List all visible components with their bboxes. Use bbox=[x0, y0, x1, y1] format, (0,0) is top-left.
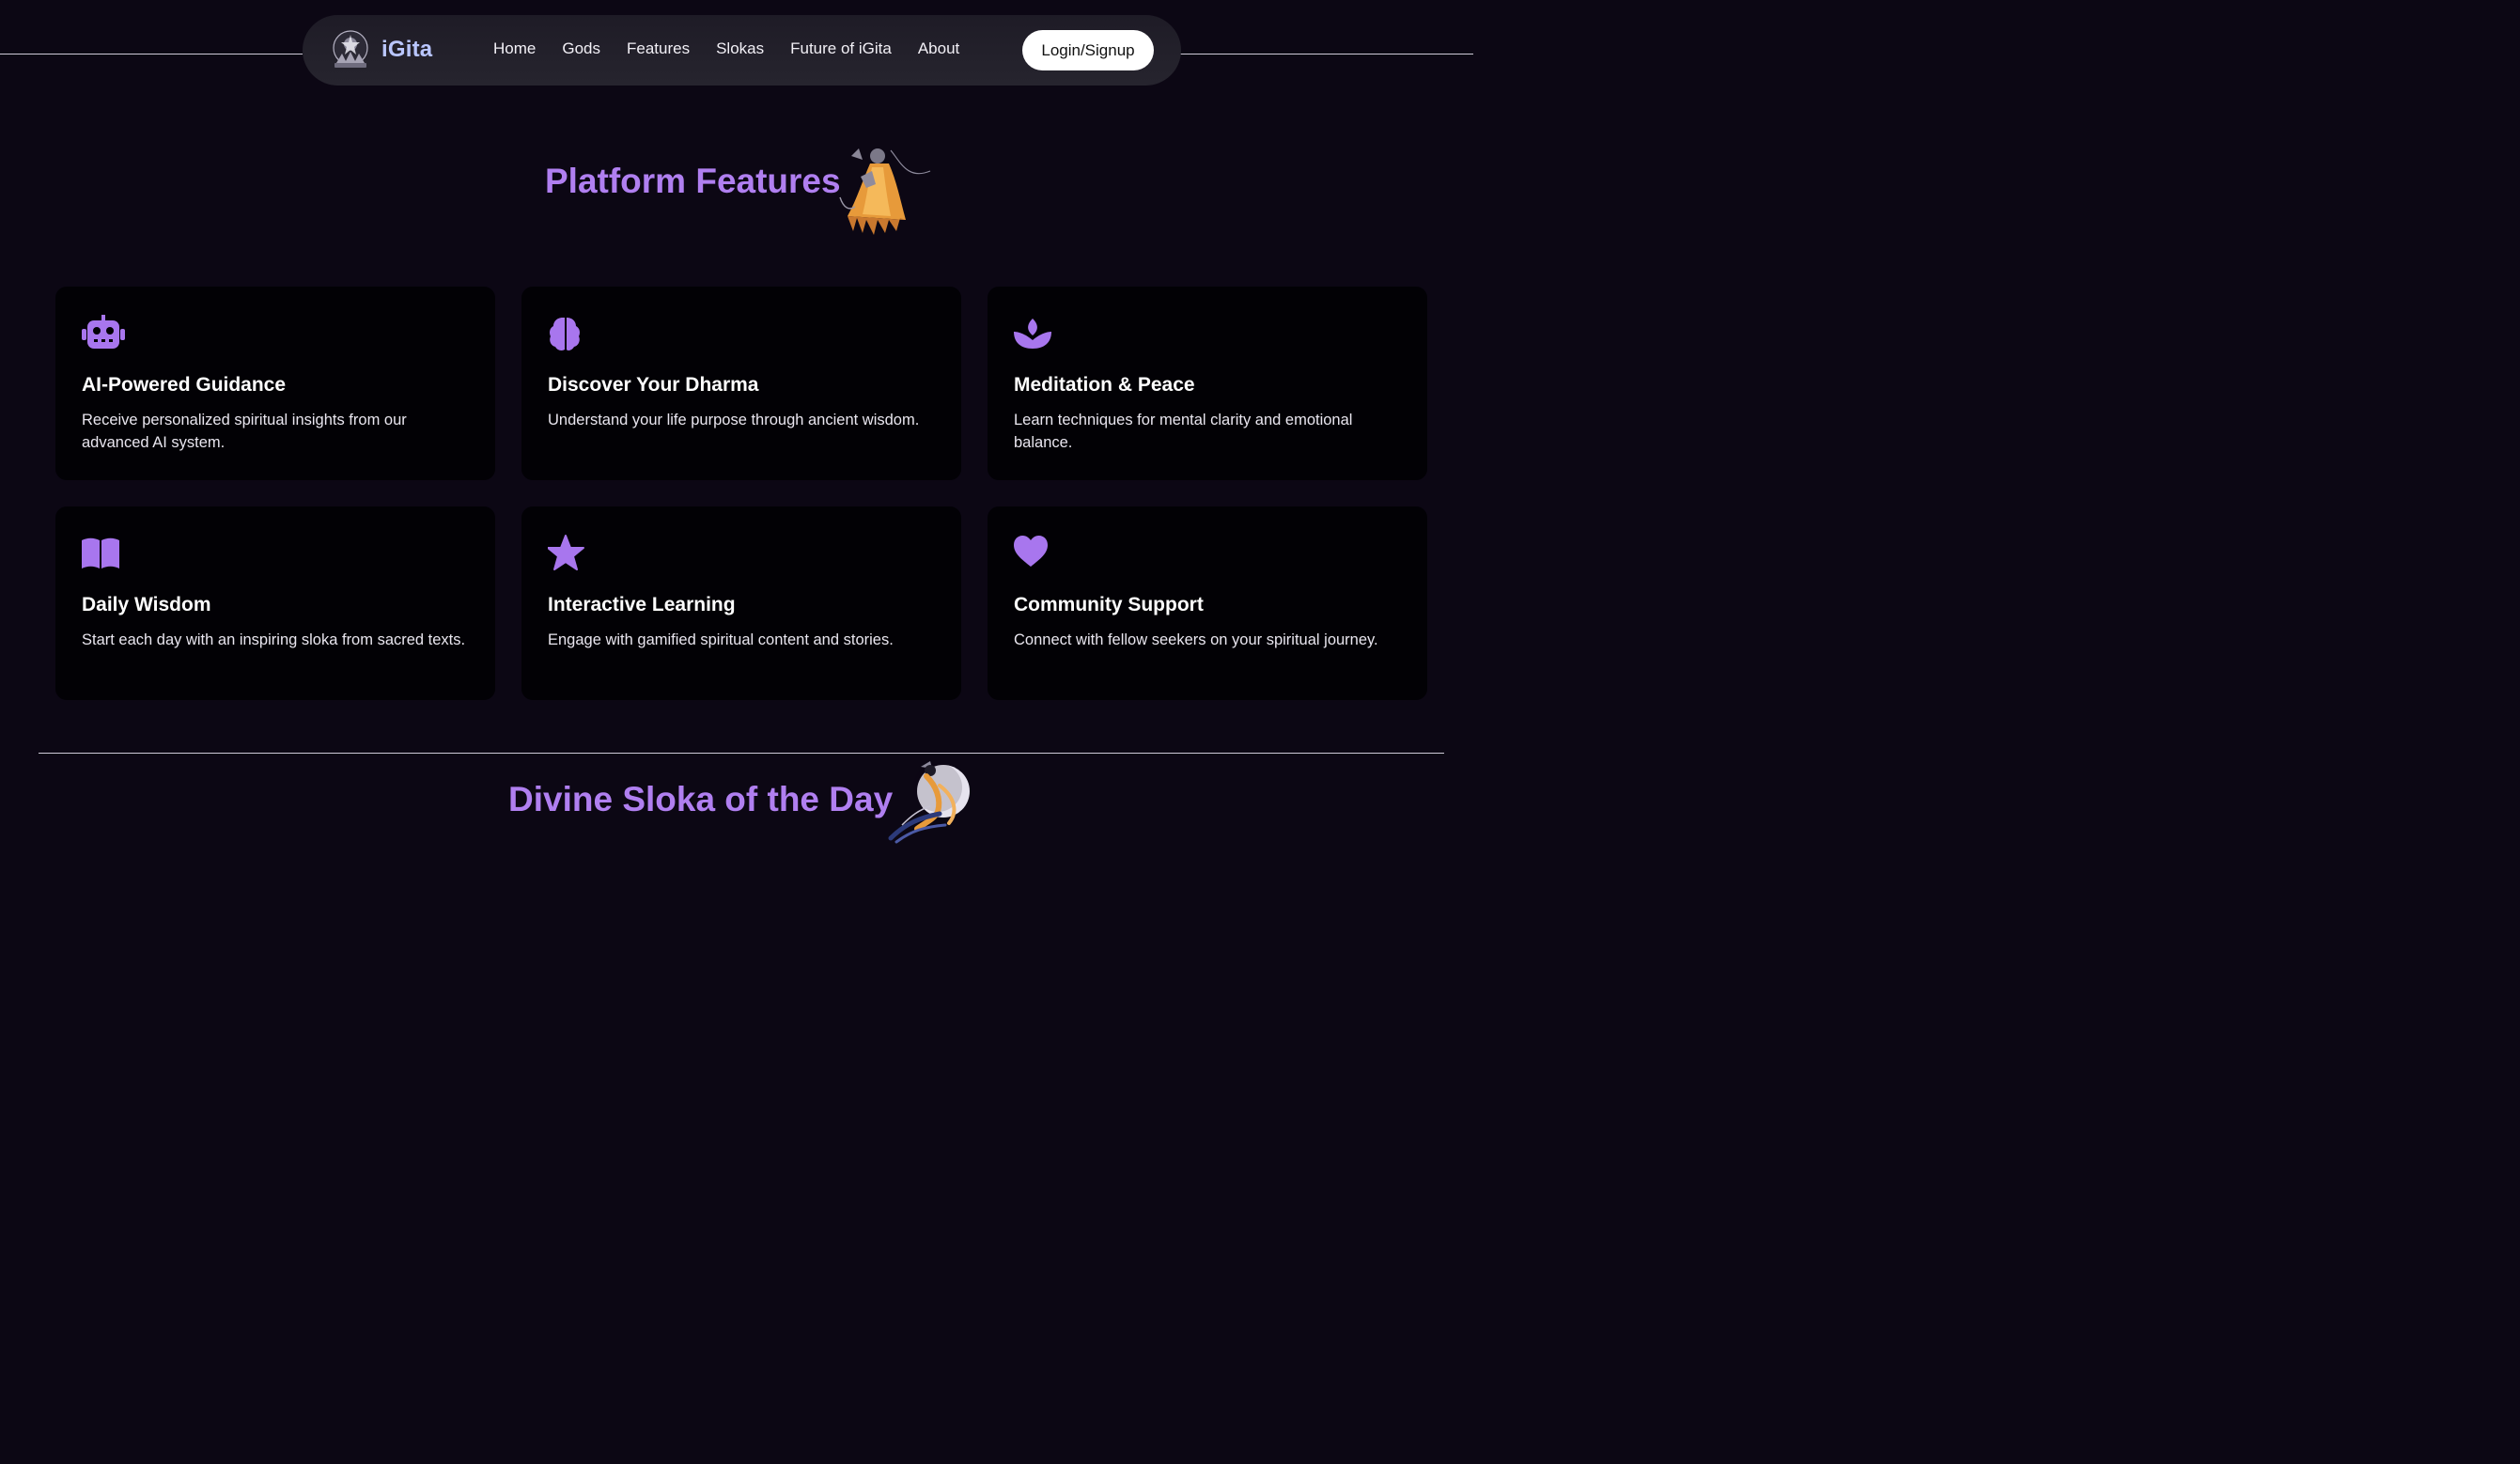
nav-links: Home Gods Features Slokas Future of iGit… bbox=[493, 39, 959, 62]
card-description: Start each day with an inspiring sloka f… bbox=[82, 631, 466, 648]
nav-gods[interactable]: Gods bbox=[562, 39, 600, 62]
card-description: Receive personalized spiritual insights … bbox=[82, 412, 407, 451]
card-description: Connect with fellow seekers on your spir… bbox=[1014, 631, 1378, 648]
nav-future-of-igita[interactable]: Future of iGita bbox=[790, 39, 892, 62]
feature-card-ai-guidance[interactable]: AI-Powered Guidance Receive personalized… bbox=[55, 287, 495, 480]
section-divider bbox=[39, 753, 1444, 754]
page: iGita Home Gods Features Slokas Future o… bbox=[0, 0, 1473, 856]
card-description: Engage with gamified spiritual content a… bbox=[548, 631, 894, 648]
nav-home[interactable]: Home bbox=[493, 39, 536, 62]
card-title: Meditation & Peace bbox=[1014, 374, 1195, 396]
card-title: Discover Your Dharma bbox=[548, 374, 759, 396]
navbar: iGita Home Gods Features Slokas Future o… bbox=[303, 15, 1181, 86]
nav-features[interactable]: Features bbox=[627, 39, 690, 62]
card-title: Interactive Learning bbox=[548, 594, 736, 615]
feature-card-meditation[interactable]: Meditation & Peace Learn techniques for … bbox=[988, 287, 1427, 480]
nav-slokas[interactable]: Slokas bbox=[716, 39, 764, 62]
robot-icon bbox=[82, 315, 125, 349]
logo-icon[interactable] bbox=[331, 29, 370, 70]
header-divider-left bbox=[0, 54, 303, 55]
star-icon bbox=[548, 535, 584, 570]
heart-icon bbox=[1014, 536, 1048, 567]
book-icon bbox=[82, 537, 119, 568]
feature-card-interactive-learning[interactable]: Interactive Learning Engage with gamifie… bbox=[521, 506, 961, 700]
feature-card-daily-wisdom[interactable]: Daily Wisdom Start each day with an insp… bbox=[55, 506, 495, 700]
card-title: Community Support bbox=[1014, 594, 1204, 615]
feature-card-community[interactable]: Community Support Connect with fellow se… bbox=[988, 506, 1427, 700]
card-title: Daily Wisdom bbox=[82, 594, 211, 615]
card-title: AI-Powered Guidance bbox=[82, 374, 287, 396]
nav-about[interactable]: About bbox=[918, 39, 959, 62]
krishna-illustration bbox=[888, 761, 970, 844]
brain-icon bbox=[550, 318, 580, 350]
login-signup-button[interactable]: Login/Signup bbox=[1022, 30, 1154, 70]
lotus-icon bbox=[1014, 319, 1051, 349]
card-description: Understand your life purpose through anc… bbox=[548, 412, 920, 428]
hanuman-illustration bbox=[839, 148, 931, 235]
card-description: Learn techniques for mental clarity and … bbox=[1014, 412, 1353, 451]
features-title: Platform Features bbox=[545, 162, 841, 200]
header-divider-right bbox=[1180, 54, 1473, 55]
feature-card-dharma[interactable]: Discover Your Dharma Understand your lif… bbox=[521, 287, 961, 480]
brand-name[interactable]: iGita bbox=[381, 37, 432, 63]
sloka-title: Divine Sloka of the Day bbox=[508, 780, 894, 818]
